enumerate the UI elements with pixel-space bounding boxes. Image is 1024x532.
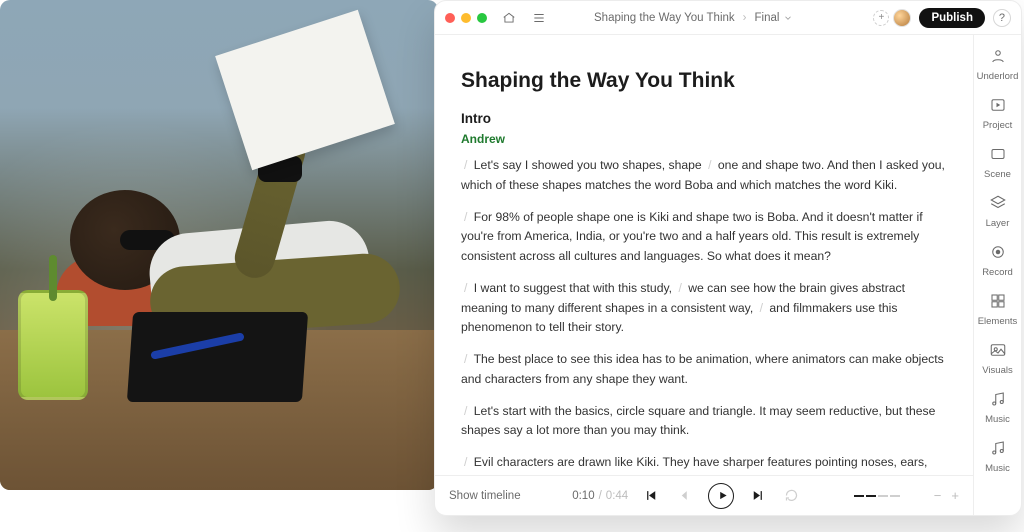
- time-total: 0:44: [606, 490, 628, 502]
- publish-button[interactable]: Publish: [919, 8, 985, 28]
- rail-item-label: Underlord: [977, 71, 1019, 82]
- volume-bars-icon: [854, 495, 900, 497]
- avatar[interactable]: [893, 9, 911, 27]
- skip-forward-button[interactable]: [746, 485, 768, 507]
- transcript-paragraph[interactable]: / Let's start with the basics, circle sq…: [461, 402, 947, 442]
- transport-controls: 0:10 / 0:44: [572, 483, 802, 509]
- skip-back-button[interactable]: [640, 485, 662, 507]
- music2-icon: [989, 439, 1007, 460]
- rail-item-scene[interactable]: Scene: [976, 145, 1020, 180]
- transcript-paragraph[interactable]: / Evil characters are drawn like Kiki. T…: [461, 453, 947, 475]
- rail-item-layer[interactable]: Layer: [976, 194, 1020, 229]
- transcript-segment[interactable]: Let's say I showed you two shapes, shape: [474, 158, 702, 172]
- app-window: Shaping the Way You Think › Final + Publ…: [434, 0, 1022, 516]
- rail-item-label: Music: [985, 463, 1010, 474]
- segment-separator-icon: /: [461, 404, 470, 418]
- zoom-controls: − +: [934, 488, 959, 503]
- window-zoom-button[interactable]: [477, 13, 487, 23]
- segment-separator-icon: /: [461, 455, 470, 469]
- prev-frame-button[interactable]: [674, 485, 696, 507]
- rail-item-label: Elements: [978, 316, 1018, 327]
- record-icon: [989, 243, 1007, 264]
- transcript-paragraph[interactable]: / I want to suggest that with this study…: [461, 279, 947, 338]
- rail-item-underlord[interactable]: Underlord: [976, 47, 1020, 82]
- playhead-time: 0:10 / 0:44: [572, 490, 628, 502]
- rail-item-label: Music: [985, 414, 1010, 425]
- loop-button[interactable]: [780, 485, 802, 507]
- transcript-paragraph[interactable]: / The best place to see this idea has to…: [461, 350, 947, 390]
- transcript-segment[interactable]: The best place to see this idea has to b…: [461, 352, 944, 386]
- breadcrumb: Shaping the Way You Think › Final: [594, 12, 793, 24]
- transcript-segment[interactable]: Evil characters are drawn like Kiki. The…: [461, 455, 927, 475]
- section-title: Intro: [461, 111, 947, 126]
- elements-icon: [989, 292, 1007, 313]
- menu-button[interactable]: [529, 8, 549, 28]
- segment-separator-icon: /: [757, 301, 766, 315]
- transcript-segment[interactable]: For 98% of people shape one is Kiki and …: [461, 210, 923, 264]
- speaker-name[interactable]: Andrew: [461, 132, 947, 146]
- breadcrumb-stage-label: Final: [755, 12, 780, 24]
- window-minimize-button[interactable]: [461, 13, 471, 23]
- layer-icon: [989, 194, 1007, 215]
- window-close-button[interactable]: [445, 13, 455, 23]
- rail-item-label: Layer: [986, 218, 1010, 229]
- document-content: Shaping the Way You Think Intro Andrew /…: [435, 35, 973, 475]
- volume-control[interactable]: [854, 495, 900, 497]
- rail-item-label: Record: [982, 267, 1013, 278]
- transcript-paragraph[interactable]: / Let's say I showed you two shapes, sha…: [461, 156, 947, 196]
- page-title: Shaping the Way You Think: [461, 69, 947, 93]
- share-controls: +: [873, 9, 911, 27]
- footer: Show timeline 0:10 / 0:44 −: [435, 475, 973, 515]
- rail-item-record[interactable]: Record: [976, 243, 1020, 278]
- rail-item-visuals[interactable]: Visuals: [976, 341, 1020, 376]
- window-controls: [445, 13, 487, 23]
- rail-item-label: Visuals: [982, 365, 1012, 376]
- zoom-out-button[interactable]: −: [934, 488, 942, 503]
- segment-separator-icon: /: [461, 210, 470, 224]
- rail-item-elements[interactable]: Elements: [976, 292, 1020, 327]
- breadcrumb-doc[interactable]: Shaping the Way You Think: [594, 12, 735, 24]
- music-icon: [989, 390, 1007, 411]
- zoom-in-button[interactable]: +: [951, 488, 959, 503]
- home-button[interactable]: [499, 8, 519, 28]
- chevron-down-icon: [783, 13, 793, 23]
- time-separator: /: [599, 490, 602, 502]
- chevron-right-icon: ›: [743, 12, 747, 24]
- help-button[interactable]: ?: [993, 9, 1011, 27]
- segment-separator-icon: /: [461, 352, 470, 366]
- project-icon: [989, 96, 1007, 117]
- titlebar: Shaping the Way You Think › Final + Publ…: [435, 1, 1021, 35]
- rail-item-music[interactable]: Music: [976, 390, 1020, 425]
- segment-separator-icon: /: [675, 281, 684, 295]
- transcript-segment[interactable]: Let's start with the basics, circle squa…: [461, 404, 935, 438]
- segment-separator-icon: /: [461, 158, 470, 172]
- segment-separator-icon: /: [705, 158, 714, 172]
- add-collaborator-button[interactable]: +: [873, 10, 889, 26]
- transcript-paragraph[interactable]: / For 98% of people shape one is Kiki an…: [461, 208, 947, 267]
- play-button[interactable]: [708, 483, 734, 509]
- visuals-icon: [989, 341, 1007, 362]
- time-current: 0:10: [572, 490, 594, 502]
- rail-item-project[interactable]: Project: [976, 96, 1020, 131]
- show-timeline-toggle[interactable]: Show timeline: [449, 490, 521, 502]
- right-rail: Underlord Project Scene Layer Record Elements…: [973, 35, 1021, 515]
- rail-item-label: Project: [983, 120, 1013, 131]
- transcript-segment[interactable]: I want to suggest that with this study,: [474, 281, 672, 295]
- scene-icon: [989, 145, 1007, 166]
- segment-separator-icon: /: [461, 281, 470, 295]
- rail-item-music2[interactable]: Music: [976, 439, 1020, 474]
- breadcrumb-stage[interactable]: Final: [755, 12, 794, 24]
- rail-item-label: Scene: [984, 169, 1011, 180]
- hero-photo: [0, 0, 438, 490]
- underlord-icon: [989, 47, 1007, 68]
